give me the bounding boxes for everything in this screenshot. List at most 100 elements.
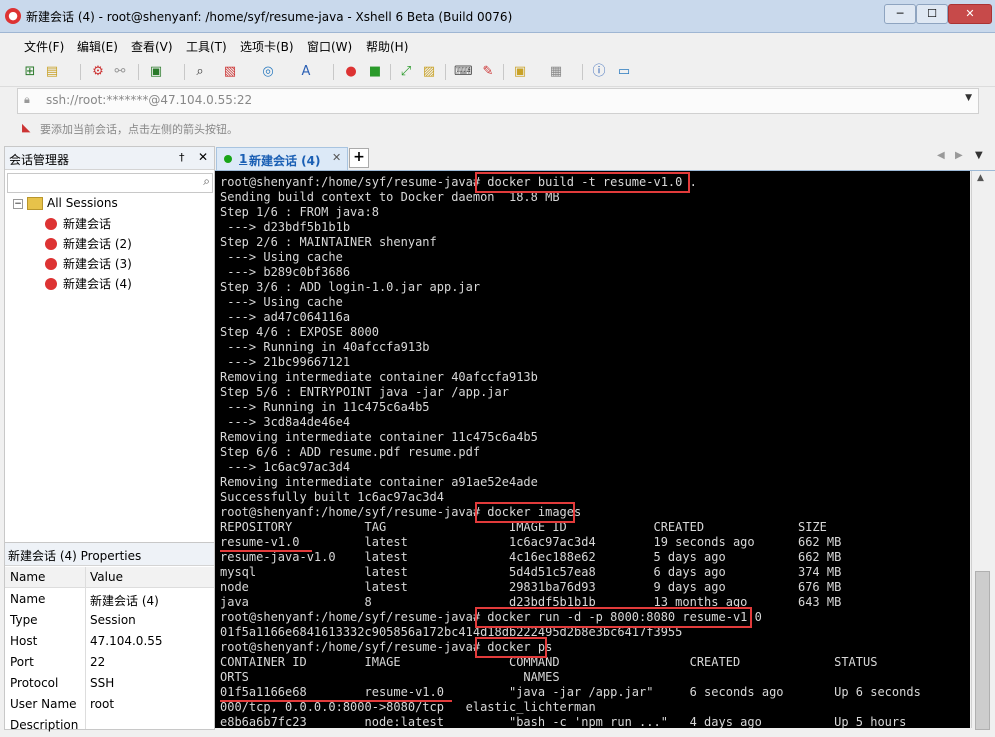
menu-edit[interactable]: 编辑(E) bbox=[77, 38, 118, 55]
docker-images-highlight bbox=[475, 502, 575, 523]
property-value: 22 bbox=[90, 655, 106, 669]
property-row[interactable]: Type Session bbox=[5, 611, 214, 632]
column-header-value[interactable]: Value bbox=[90, 570, 123, 584]
pin-icon[interactable]: † bbox=[179, 151, 185, 164]
globe-icon[interactable]: ◎ bbox=[260, 64, 276, 80]
property-name: Port bbox=[10, 655, 34, 669]
hint-text: 要添加当前会话，点击左侧的箭头按钮。 bbox=[40, 123, 238, 136]
session-search-input[interactable]: ⌕ bbox=[7, 173, 213, 193]
terminal-line: Step 2/6 : MAINTAINER shenyanf bbox=[220, 235, 437, 249]
terminal-line: ---> ad47c064116a bbox=[220, 310, 351, 324]
layout-icon[interactable]: ▦ bbox=[548, 64, 564, 80]
property-name: Protocol bbox=[10, 676, 59, 690]
menu-view[interactable]: 查看(V) bbox=[131, 38, 173, 55]
session-manager-title: 会话管理器 bbox=[9, 153, 70, 167]
lock-icon[interactable]: ▨ bbox=[421, 64, 437, 80]
close-window-button[interactable]: ✕ bbox=[948, 4, 992, 24]
close-icon[interactable]: ✕ bbox=[198, 150, 208, 164]
font-icon[interactable]: A bbox=[298, 64, 314, 80]
toolbar-separator bbox=[503, 64, 504, 80]
terminal-line: ---> Running in 40afccfa913b bbox=[220, 340, 430, 354]
xshell-app-icon: ● bbox=[5, 8, 21, 24]
property-value: SSH bbox=[90, 676, 115, 690]
collapse-icon[interactable]: − bbox=[13, 199, 23, 209]
help-icon[interactable]: ⓘ bbox=[591, 64, 607, 80]
terminal-line: ---> 1c6ac97ac3d4 bbox=[220, 460, 351, 474]
property-name: Name bbox=[10, 592, 46, 606]
property-name: Type bbox=[10, 613, 38, 627]
toolbar-separator bbox=[333, 64, 334, 80]
reconnect-icon[interactable]: ⚙ bbox=[90, 64, 106, 80]
window-title: 新建会话 (4) - root@shenyanf: /home/syf/resu… bbox=[26, 10, 513, 24]
session-icon bbox=[45, 258, 57, 270]
property-name: Host bbox=[10, 634, 38, 648]
menu-tools[interactable]: 工具(T) bbox=[186, 38, 227, 55]
chevron-left-icon[interactable]: ◀ bbox=[937, 150, 945, 161]
chevron-down-icon[interactable]: ▼ bbox=[975, 150, 983, 161]
session-label: 新建会话 (4) bbox=[63, 277, 132, 291]
property-row[interactable]: User Name root bbox=[5, 695, 214, 716]
terminal-line: node latest 29831ba76d93 9 days ago 676 … bbox=[220, 580, 842, 594]
menu-help[interactable]: 帮助(H) bbox=[366, 38, 408, 55]
container-row-underline bbox=[220, 700, 452, 702]
toolbar: ⊞ ▤ ⚙ ⚯ ▣ ⌕ ▧ ◎ A ● ■ ⤢ ▨ ⌨ ✎ ▣ ▦ ⓘ ▭ bbox=[0, 58, 995, 87]
chevron-right-icon[interactable]: ▶ bbox=[955, 150, 963, 161]
terminal-line: Removing intermediate container 40afccfa… bbox=[220, 370, 538, 384]
chat-icon[interactable]: ▭ bbox=[616, 64, 632, 80]
chevron-down-icon[interactable]: ▼ bbox=[965, 93, 972, 103]
column-header-name[interactable]: Name bbox=[10, 570, 45, 584]
scroll-up-icon[interactable]: ▲ bbox=[977, 173, 984, 183]
keyboard-icon[interactable]: ⌨ bbox=[454, 64, 473, 80]
search-icon[interactable]: ⌕ bbox=[203, 174, 210, 189]
menu-tabs[interactable]: 选项卡(B) bbox=[240, 38, 294, 55]
terminal-output[interactable]: root@shenyanf:/home/syf/resume-java# doc… bbox=[215, 171, 970, 728]
new-tab-button[interactable]: + bbox=[349, 148, 369, 168]
scrollbar-thumb[interactable] bbox=[975, 571, 990, 730]
address-input[interactable]: ssh://root:*******@47.104.0.55:22 bbox=[46, 93, 252, 107]
highlight-icon[interactable]: ✎ bbox=[480, 64, 496, 80]
maximize-button[interactable]: ☐ bbox=[916, 4, 948, 24]
xshell-icon[interactable]: ● bbox=[343, 64, 359, 80]
terminal-line: ---> Using cache bbox=[220, 295, 343, 309]
xftp-icon[interactable]: ■ bbox=[367, 64, 383, 80]
color-scheme-icon[interactable]: ▧ bbox=[222, 64, 238, 80]
bookmark-icon[interactable]: ◣ bbox=[22, 121, 30, 134]
menu-window[interactable]: 窗口(W) bbox=[307, 38, 352, 55]
menu-file[interactable]: 文件(F) bbox=[24, 38, 64, 55]
property-row[interactable]: Port 22 bbox=[5, 653, 214, 674]
terminal-line: Step 5/6 : ENTRYPOINT java -jar /app.jar bbox=[220, 385, 509, 399]
address-bar[interactable]: 🔒︎ ssh://root:*******@47.104.0.55:22 ▼ bbox=[17, 88, 979, 114]
terminal-scrollbar[interactable]: ▲ bbox=[971, 171, 992, 730]
toolbar-separator bbox=[582, 64, 583, 80]
compose-icon[interactable]: ▣ bbox=[512, 64, 528, 80]
terminal-line: 01f5a1166e68 resume-v1.0 "java -jar /app… bbox=[220, 685, 970, 699]
tree-root-all-sessions[interactable]: − All Sessions bbox=[5, 195, 214, 213]
session-icon bbox=[45, 238, 57, 250]
property-row[interactable]: Host 47.104.0.55 bbox=[5, 632, 214, 653]
property-name: Description bbox=[10, 718, 79, 732]
tab-number: 1 bbox=[239, 152, 248, 166]
fullscreen-icon[interactable]: ⤢ bbox=[398, 64, 414, 80]
new-session-icon[interactable]: ⊞ bbox=[22, 64, 38, 80]
tab-session-4[interactable]: 1 新建会话 (4) ✕ bbox=[216, 147, 348, 170]
terminal-line: e8b6a6b7fc23 node:latest "bash -c 'npm r… bbox=[220, 715, 970, 728]
tree-item-session-2[interactable]: 新建会话 (2) bbox=[45, 235, 132, 253]
tree-item-session-4[interactable]: 新建会话 (4) bbox=[45, 275, 132, 293]
tree-item-session-1[interactable]: 新建会话 bbox=[45, 215, 111, 233]
properties-icon[interactable]: ▣ bbox=[148, 64, 164, 80]
find-icon[interactable]: ⌕ bbox=[192, 64, 208, 80]
property-value: root bbox=[90, 697, 115, 711]
terminal-line: ---> Running in 11c475c6a4b5 bbox=[220, 400, 430, 414]
close-tab-icon[interactable]: ✕ bbox=[332, 151, 341, 164]
terminal-line: resume-v1.0 latest 1c6ac97ac3d4 19 secon… bbox=[220, 535, 842, 549]
property-row[interactable]: Name 新建会话 (4) bbox=[5, 590, 214, 611]
property-row[interactable]: Description bbox=[5, 716, 214, 737]
tree-item-session-3[interactable]: 新建会话 (3) bbox=[45, 255, 132, 273]
session-manager-header: 会话管理器 † ✕ bbox=[5, 147, 214, 170]
terminal-line: resume-java-v1.0 latest 4c16ec188e62 5 d… bbox=[220, 550, 842, 564]
disconnect-icon[interactable]: ⚯ bbox=[112, 64, 128, 80]
minimize-button[interactable]: ─ bbox=[884, 4, 916, 24]
property-row[interactable]: Protocol SSH bbox=[5, 674, 214, 695]
docker-ps-highlight bbox=[475, 637, 547, 658]
open-folder-icon[interactable]: ▤ bbox=[44, 64, 60, 80]
